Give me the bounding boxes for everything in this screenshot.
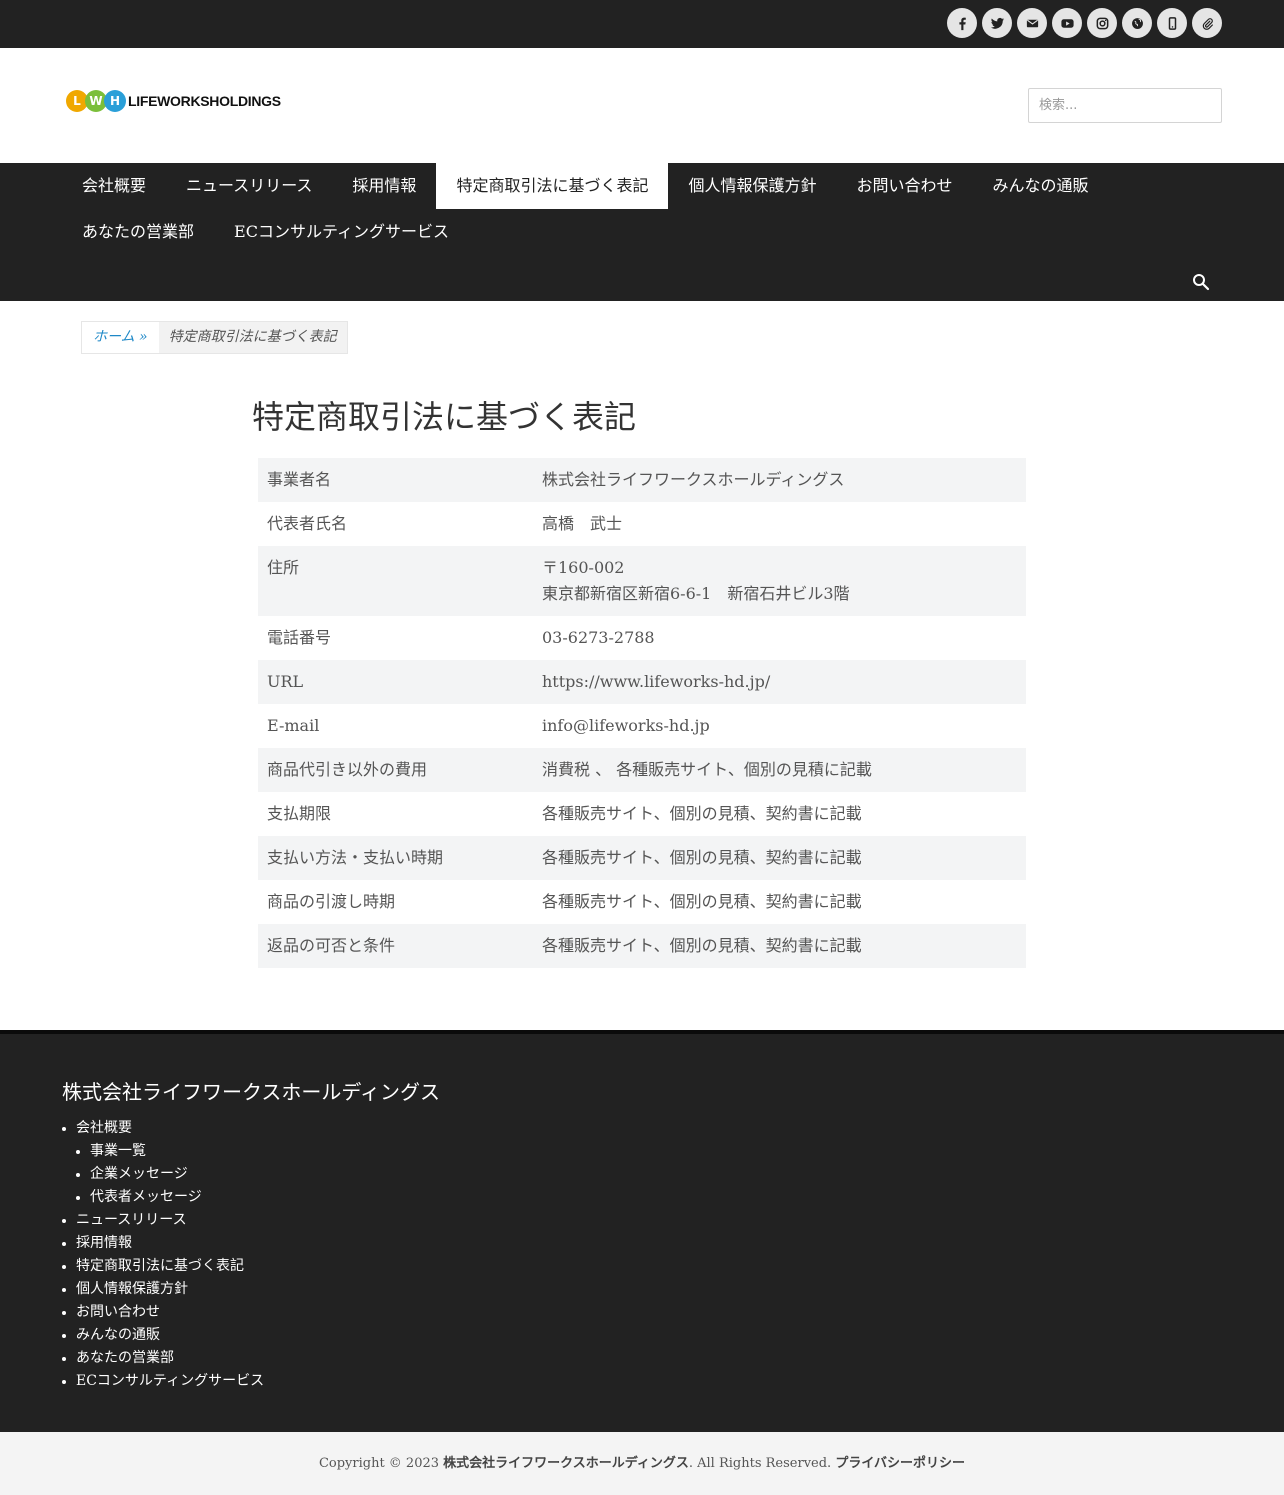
site-logo[interactable]: L W H LIFEWORKSHOLDINGS [66,90,281,112]
table-row: E-mail info@lifeworks-hd.jp [258,704,1026,748]
nav-item-contact[interactable]: お問い合わせ [836,163,972,209]
nav-row-1: 会社概要 ニュースリリース 採用情報 特定商取引法に基づく表記 個人情報保護方針… [62,163,1109,209]
table-row: 支払い方法・支払い時期 各種販売サイト、個別の見積、契約書に記載 [258,836,1026,880]
breadcrumb-home[interactable]: ホーム » [82,322,159,353]
youtube-icon[interactable] [1052,8,1082,38]
page-title: 特定商取引法に基づく表記 [252,398,637,436]
nav-item-tokushoho[interactable]: 特定商取引法に基づく表記 [436,163,669,209]
footer-menu: 会社概要 事業一覧 企業メッセージ 代表者メッセージ ニュースリリース 採用情報… [62,1117,264,1393]
footer-link-contact[interactable]: お問い合わせ [62,1301,264,1324]
footer-link-ec-consulting[interactable]: ECコンサルティングサービス [62,1370,264,1393]
nav-item-minna-tsuhan[interactable]: みんなの通販 [972,163,1108,209]
footer-link-privacy[interactable]: 個人情報保護方針 [62,1278,264,1301]
table-value: https://www.lifeworks-hd.jp/ [542,672,771,691]
copyright-company-link[interactable]: 株式会社ライフワークスホールディングス [443,1456,689,1471]
clip-icon[interactable] [1192,8,1222,38]
table-row: 返品の可否と条件 各種販売サイト、個別の見積、契約書に記載 [258,924,1026,968]
mobile-icon[interactable] [1157,8,1187,38]
table-value: 消費税 、 各種販売サイト、個別の見積に記載 [542,760,872,779]
table-value: 各種販売サイト、個別の見積、契約書に記載 [542,936,862,955]
twitter-icon[interactable] [982,8,1012,38]
table-row: 代表者氏名 高橋 武士 [258,502,1026,546]
table-row: 住所 〒160-002 東京都新宿区新宿6-6-1 新宿石井ビル3階 [258,546,1026,616]
table-key: 住所 [267,558,300,577]
table-row: 支払期限 各種販売サイト、個別の見積、契約書に記載 [258,792,1026,836]
footer-link-corporate-message[interactable]: 企業メッセージ [62,1163,264,1186]
privacy-policy-link[interactable]: プライバシーポリシー [835,1456,965,1471]
footer-title: 株式会社ライフワークスホールディングス [62,1080,440,1104]
breadcrumb: ホーム » 特定商取引法に基づく表記 [81,321,348,354]
table-key: 支払期限 [267,804,332,823]
globe-icon[interactable] [1122,8,1152,38]
address-line: 東京都新宿区新宿6-6-1 新宿石井ビル3階 [542,584,850,603]
nav-item-anata-eigyobu[interactable]: あなたの営業部 [62,209,214,255]
tokushoho-table: 事業者名 株式会社ライフワークスホールディングス 代表者氏名 高橋 武士 住所 … [258,458,1026,968]
table-key: 事業者名 [267,470,332,489]
logo-text: LIFEWORKSHOLDINGS [128,93,281,109]
footer-link-news[interactable]: ニュースリリース [62,1209,264,1232]
table-row: 商品の引渡し時期 各種販売サイト、個別の見積、契約書に記載 [258,880,1026,924]
table-value: 高橋 武士 [542,514,623,533]
table-row: 商品代引き以外の費用 消費税 、 各種販売サイト、個別の見積に記載 [258,748,1026,792]
table-key: 返品の可否と条件 [267,936,396,955]
table-value: 各種販売サイト、個別の見積、契約書に記載 [542,848,862,867]
footer-link-anata-eigyobu[interactable]: あなたの営業部 [62,1347,264,1370]
facebook-icon[interactable] [947,8,977,38]
search-input[interactable]: 検索... [1028,88,1222,123]
search-icon[interactable] [1190,271,1212,293]
social-links [947,8,1222,38]
footer-link-recruit[interactable]: 採用情報 [62,1232,264,1255]
nav-item-privacy[interactable]: 個人情報保護方針 [668,163,836,209]
mail-icon[interactable] [1017,8,1047,38]
copyright-bar: Copyright © 2023 株式会社ライフワークスホールディングス. Al… [0,1432,1284,1495]
breadcrumb-current: 特定商取引法に基づく表記 [158,322,347,353]
table-key: 商品の引渡し時期 [267,892,396,911]
nav-item-recruit[interactable]: 採用情報 [332,163,436,209]
table-value: 〒160-002 東京都新宿区新宿6-6-1 新宿石井ビル3階 [533,546,1026,616]
footer-link-company[interactable]: 会社概要 [62,1117,264,1140]
table-key: E-mail [267,716,320,735]
main-nav: 会社概要 ニュースリリース 採用情報 特定商取引法に基づく表記 個人情報保護方針… [0,163,1284,301]
table-row: 電話番号 03-6273-2788 [258,616,1026,660]
table-key: 代表者氏名 [267,514,348,533]
table-value: 各種販売サイト、個別の見積、契約書に記載 [542,804,862,823]
logo-letter-h: H [104,90,126,112]
table-key: URL [267,672,304,691]
instagram-icon[interactable] [1087,8,1117,38]
nav-row-2: あなたの営業部 ECコンサルティングサービス [62,209,469,255]
table-value: 03-6273-2788 [542,628,655,647]
top-bar [0,0,1284,48]
footer-link-minna-tsuhan[interactable]: みんなの通販 [62,1324,264,1347]
table-value: 株式会社ライフワークスホールディングス [542,470,845,489]
nav-item-company[interactable]: 会社概要 [62,163,166,209]
copyright-middle: . All Rights Reserved. [688,1456,836,1471]
table-row: URL https://www.lifeworks-hd.jp/ [258,660,1026,704]
table-key: 支払い方法・支払い時期 [267,848,444,867]
table-key: 商品代引き以外の費用 [267,760,428,779]
table-key: 電話番号 [267,628,332,647]
table-row: 事業者名 株式会社ライフワークスホールディングス [258,458,1026,502]
nav-item-news[interactable]: ニュースリリース [166,163,332,209]
footer-link-ceo-message[interactable]: 代表者メッセージ [62,1186,264,1209]
site-header: L W H LIFEWORKSHOLDINGS 検索... [0,48,1284,163]
footer-link-business-list[interactable]: 事業一覧 [62,1140,264,1163]
table-value: 各種販売サイト、個別の見積、契約書に記載 [542,892,862,911]
site-footer: 株式会社ライフワークスホールディングス 会社概要 事業一覧 企業メッセージ 代表… [0,1030,1284,1432]
footer-link-tokushoho[interactable]: 特定商取引法に基づく表記 [62,1255,264,1278]
postal-code: 〒160-002 [542,558,625,577]
nav-item-ec-consulting[interactable]: ECコンサルティングサービス [214,209,469,255]
table-value: info@lifeworks-hd.jp [542,716,710,735]
copyright-prefix: Copyright © 2023 [318,1456,444,1471]
